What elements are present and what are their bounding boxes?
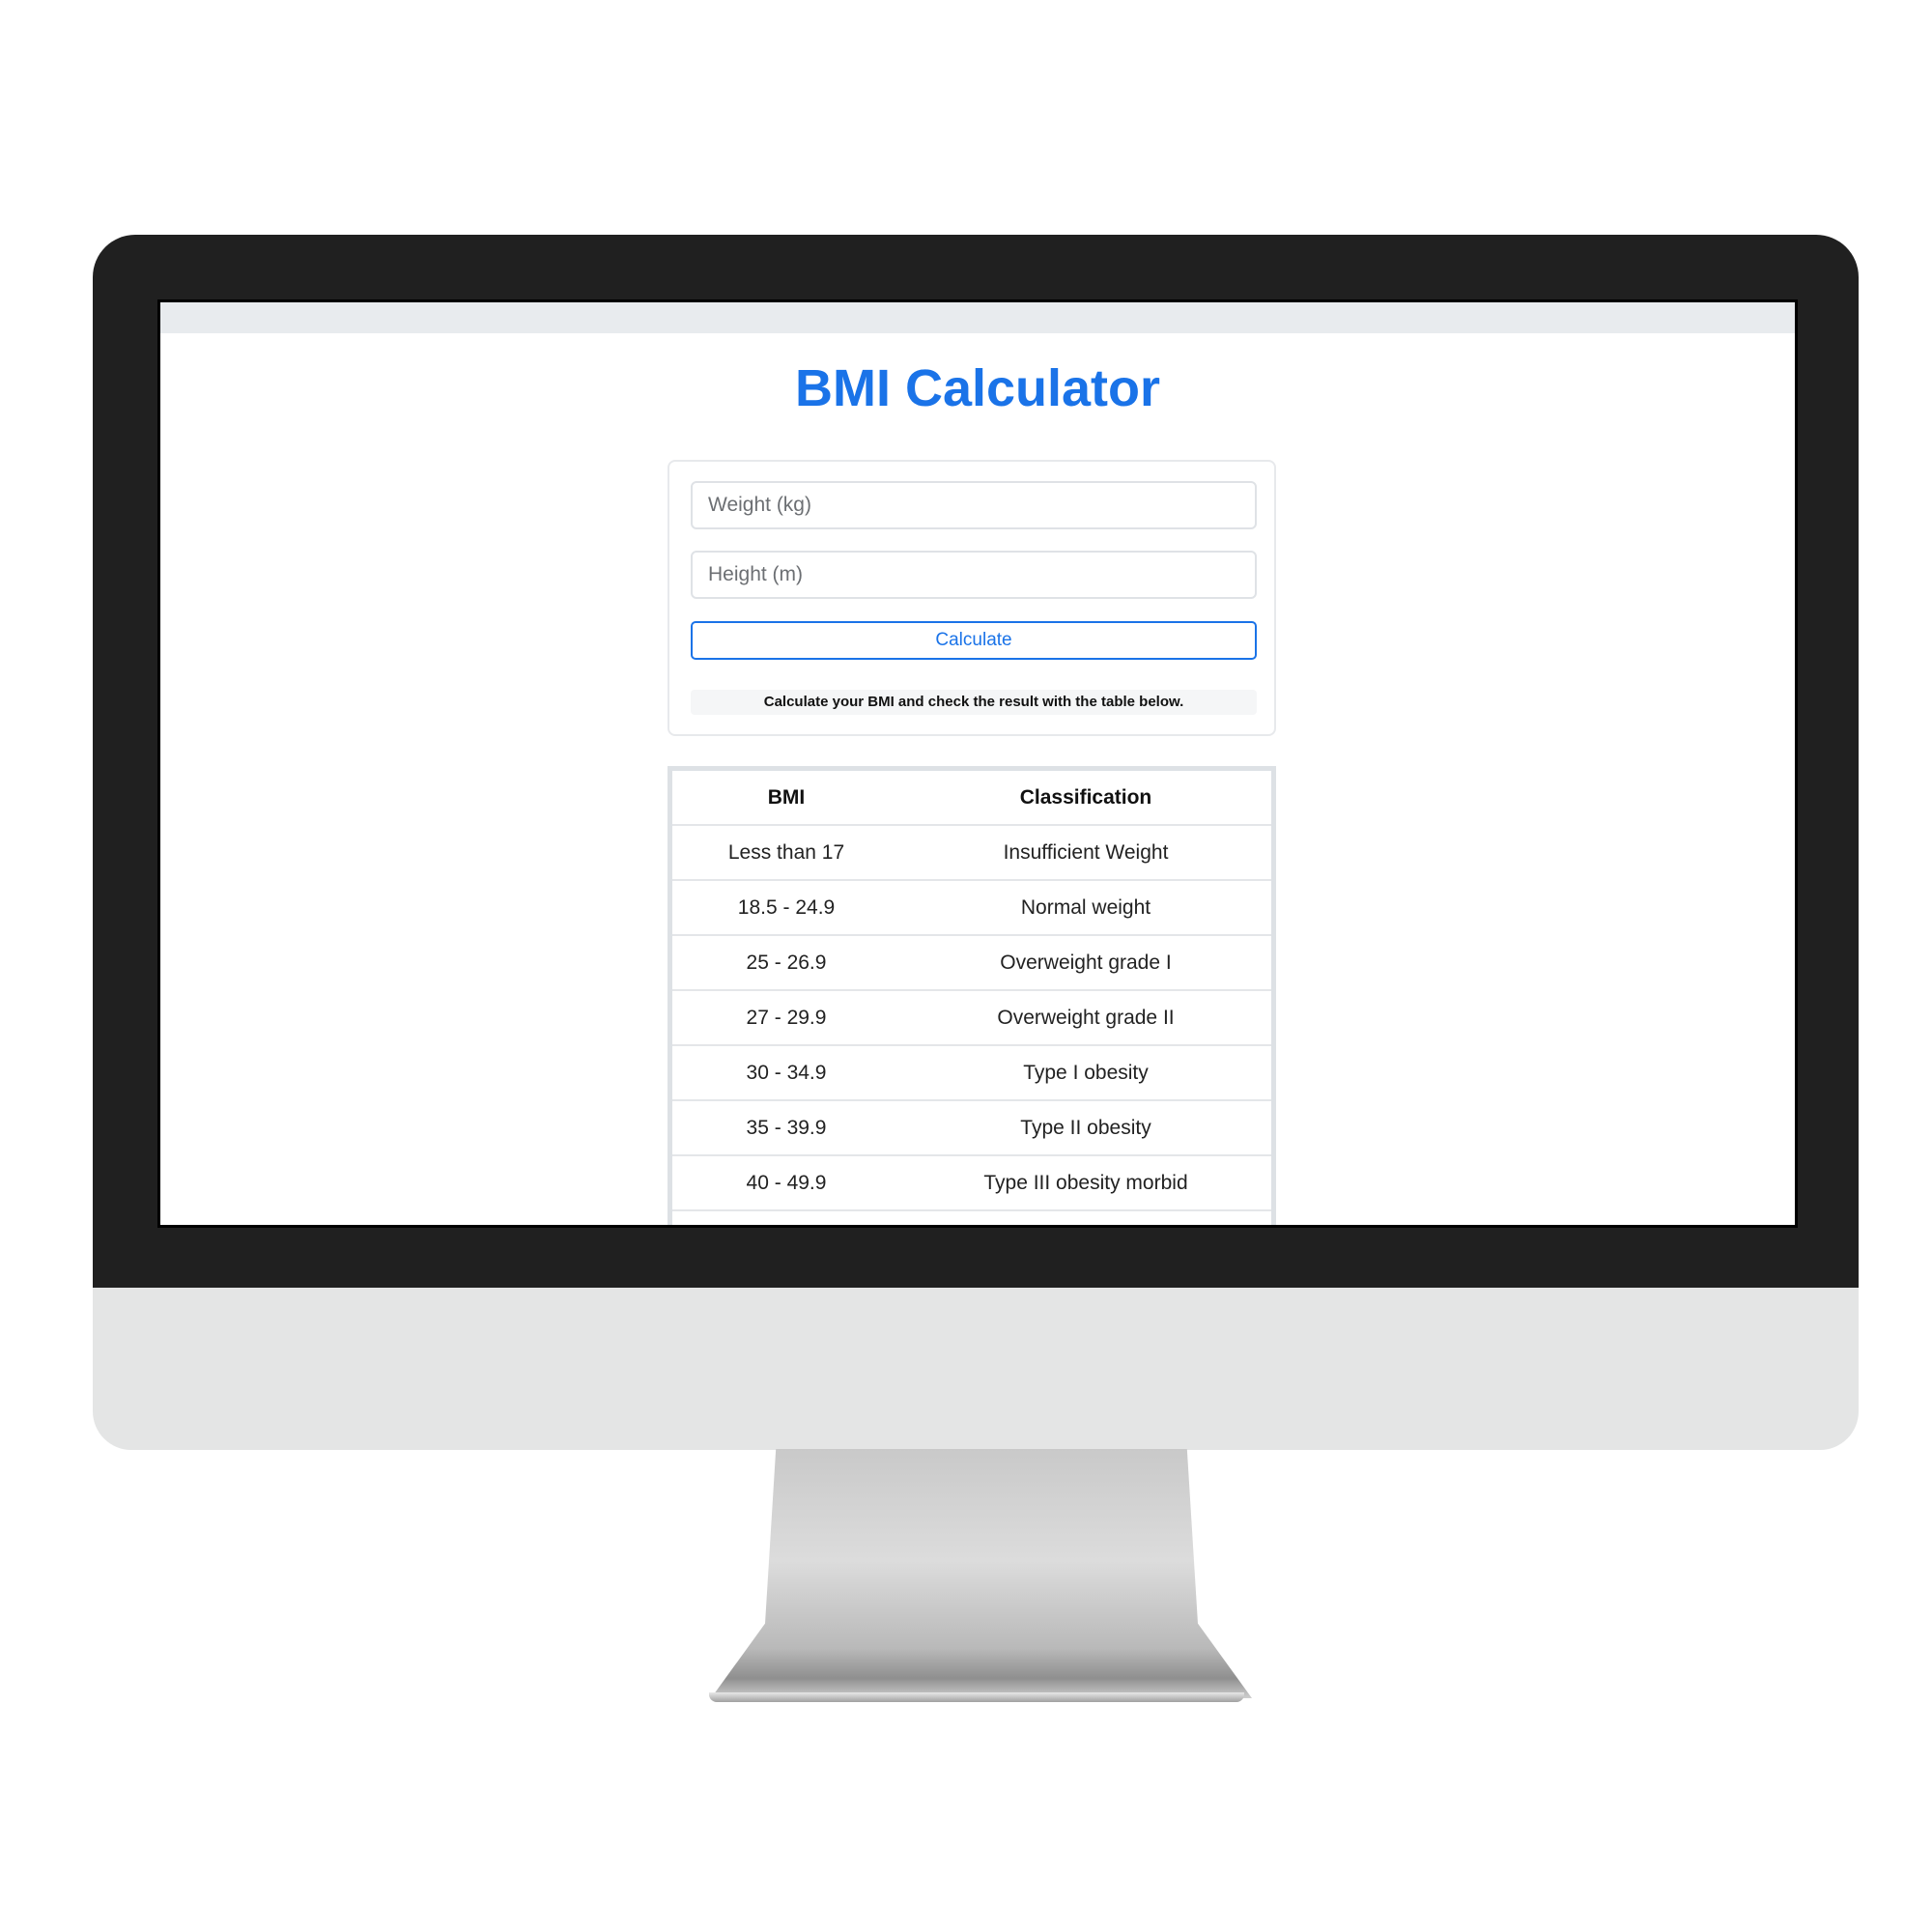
bmi-range-cell (672, 1210, 900, 1225)
bmi-range-cell: 27 - 29.9 (672, 990, 900, 1046)
classification-cell: Type I obesity (900, 1045, 1271, 1101)
table-row: 35 - 39.9 Type II obesity (672, 1100, 1271, 1156)
table-row: 40 - 49.9 Type III obesity morbid (672, 1155, 1271, 1211)
monitor-stand-base (709, 1692, 1244, 1702)
monitor-stand (711, 1449, 1252, 1698)
table-row: 30 - 34.9 Type I obesity (672, 1045, 1271, 1101)
bmi-range-cell: 25 - 26.9 (672, 935, 900, 991)
table-row: 25 - 26.9 Overweight grade I (672, 935, 1271, 991)
classification-cell: Normal weight (900, 880, 1271, 936)
classification-cell: Type III obesity morbid (900, 1155, 1271, 1211)
bmi-range-cell: 30 - 34.9 (672, 1045, 900, 1101)
calculate-button[interactable]: Calculate (691, 621, 1257, 660)
bmi-classification-table: BMI Classification Less than 17 Insuffic… (668, 766, 1276, 1225)
height-input[interactable] (691, 551, 1257, 599)
bmi-range-cell: 18.5 - 24.9 (672, 880, 900, 936)
table-header-row: BMI Classification (672, 771, 1271, 826)
monitor-chin (93, 1288, 1859, 1450)
browser-top-bar (160, 302, 1795, 333)
bmi-range-cell: 35 - 39.9 (672, 1100, 900, 1156)
classification-cell: Insufficient Weight (900, 825, 1271, 881)
column-header-bmi: BMI (672, 771, 900, 826)
table-row: 27 - 29.9 Overweight grade II (672, 990, 1271, 1046)
result-message: Calculate your BMI and check the result … (691, 690, 1257, 715)
bmi-form-card: Calculate Calculate your BMI and check t… (668, 460, 1276, 736)
bmi-range-cell: Less than 17 (672, 825, 900, 881)
monitor-screen: BMI Calculator Calculate Calculate your … (157, 299, 1798, 1228)
table-row: 18.5 - 24.9 Normal weight (672, 880, 1271, 936)
weight-input[interactable] (691, 481, 1257, 529)
table-row-cut-off (672, 1210, 1271, 1225)
classification-cell (900, 1210, 1271, 1225)
bmi-range-cell: 40 - 49.9 (672, 1155, 900, 1211)
column-header-classification: Classification (900, 771, 1271, 826)
page-title: BMI Calculator (794, 359, 1161, 417)
classification-cell: Type II obesity (900, 1100, 1271, 1156)
table-row: Less than 17 Insufficient Weight (672, 825, 1271, 881)
classification-cell: Overweight grade II (900, 990, 1271, 1046)
classification-cell: Overweight grade I (900, 935, 1271, 991)
